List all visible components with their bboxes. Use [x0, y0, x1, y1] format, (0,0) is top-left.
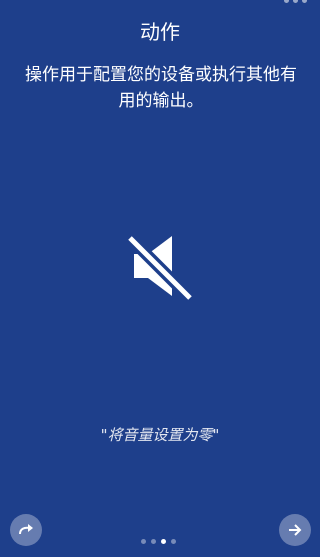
page-dot — [141, 539, 146, 544]
page-dot — [151, 539, 156, 544]
volume-mute-icon — [124, 230, 196, 303]
page-indicator — [141, 539, 181, 547]
page-dot — [171, 539, 176, 544]
redo-arrow-icon — [19, 524, 33, 535]
status-bar-indicators — [284, 0, 314, 8]
back-button[interactable] — [10, 514, 42, 546]
arrow-right-icon — [289, 524, 302, 536]
page-description: 操作用于配置您的设备或执行其他有用的输出。 — [25, 65, 297, 111]
next-button[interactable] — [279, 514, 311, 546]
page-dot-active — [161, 539, 166, 544]
page-title: 动作 — [140, 20, 180, 44]
example-utterance: "将音量设置为零" — [100, 426, 220, 444]
